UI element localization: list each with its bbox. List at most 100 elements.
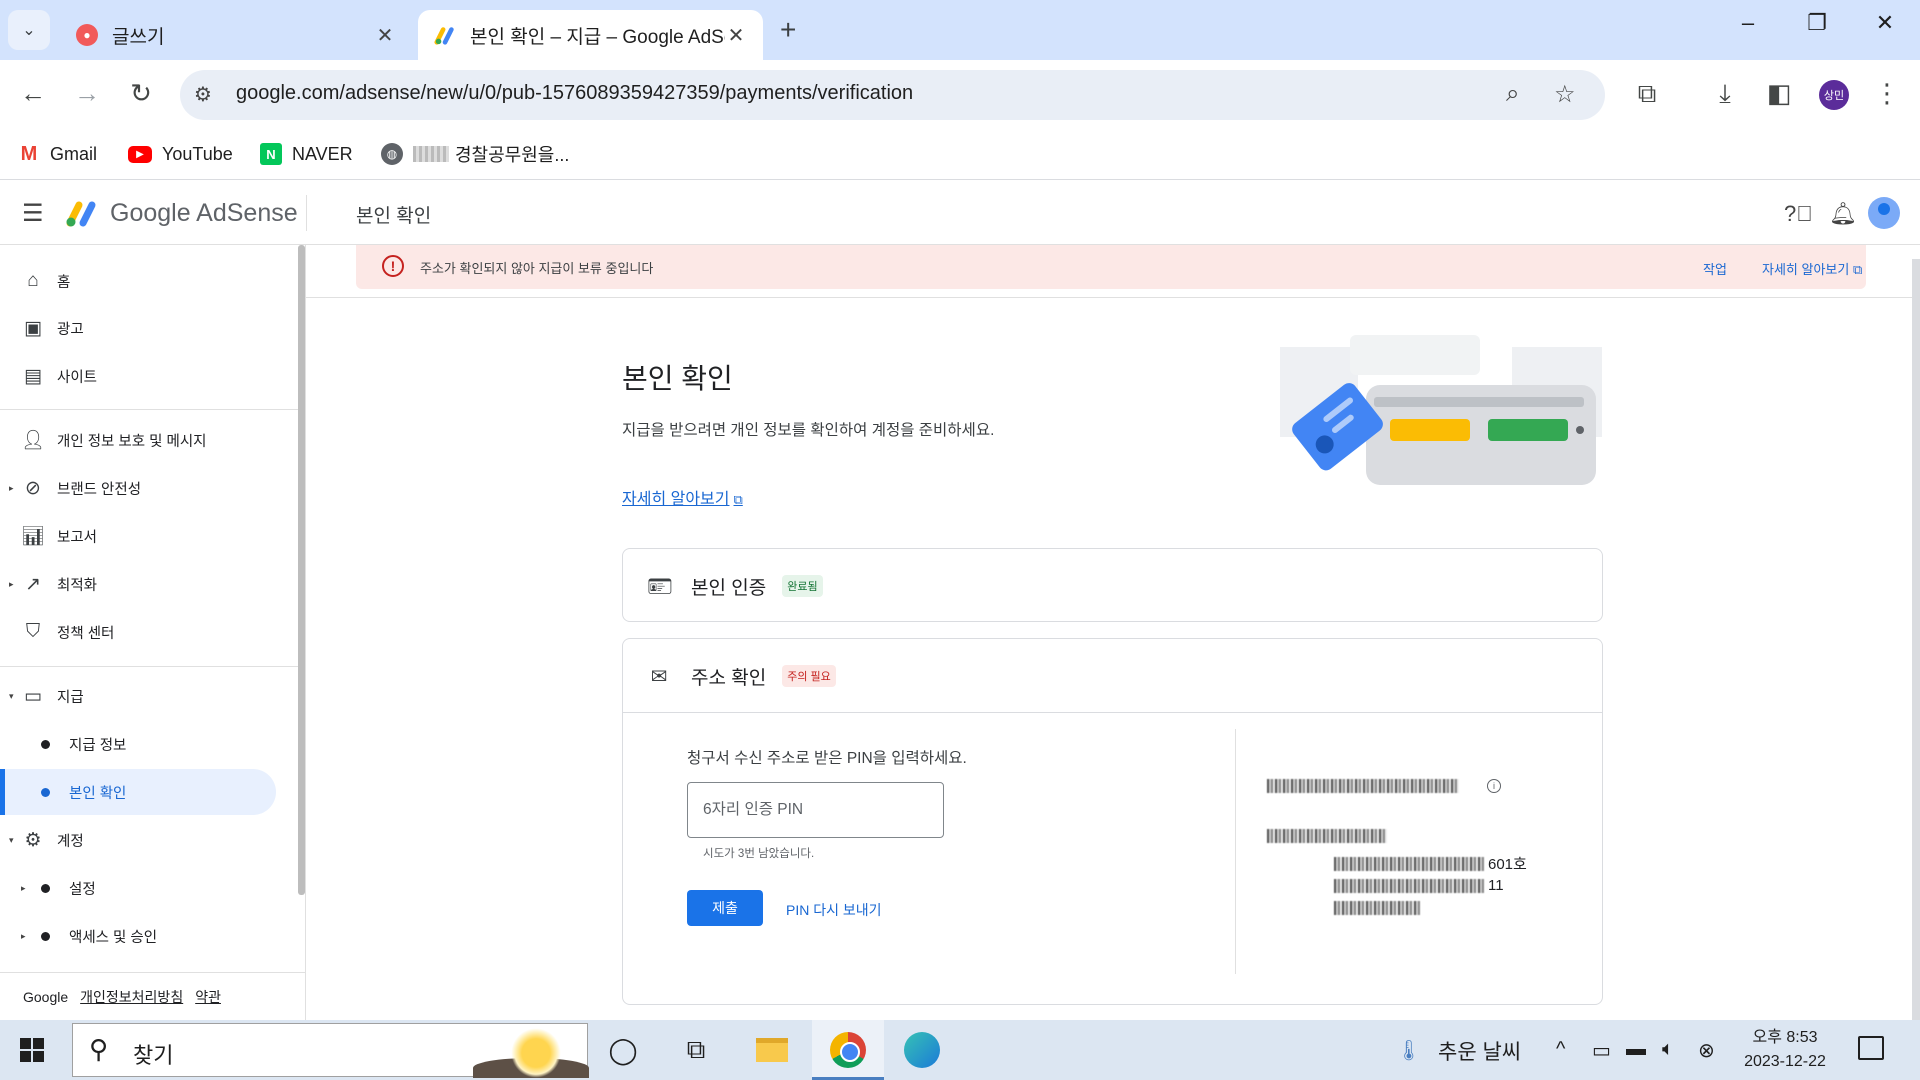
download-icon[interactable]: ⤓ — [1708, 78, 1742, 110]
sidebar-item-payments[interactable]: ▾ ▭ 지급 — [0, 673, 290, 719]
sidebar: ⌂ 홈 ▣ 광고 ▤ 사이트 👤︎ 개인 정보 보호 및 메시지 ▸ ⊘ 브랜드… — [0, 245, 306, 1020]
bookmark-youtube[interactable]: ▶ YouTube — [128, 138, 233, 170]
hamburger-menu-icon[interactable]: ☰ — [22, 199, 44, 228]
bookmark-police-exam[interactable]: ◍ 경찰공무원을... — [381, 138, 569, 170]
close-icon[interactable]: ✕ — [725, 23, 747, 48]
cortana-circle-icon[interactable]: ◯ — [603, 1032, 643, 1068]
reload-icon[interactable]: ↻ — [124, 78, 158, 109]
bookmarks-bar: M Gmail ▶ YouTube N NAVER ◍ 경찰공무원을... — [0, 130, 1920, 180]
sidebar-item-payment-info[interactable]: 지급 정보 — [0, 721, 290, 767]
address-bar[interactable]: ⚙ google.com/adsense/new/u/0/pub-1576089… — [180, 70, 1605, 120]
window-close-icon[interactable]: ✕ — [1870, 10, 1900, 36]
close-icon[interactable]: ✕ — [374, 23, 396, 48]
network-disconnected-icon[interactable]: ⊗ — [1698, 1038, 1715, 1063]
taskbar-search-text: 찾기 — [133, 1043, 174, 1068]
status-badge-complete: 완료됨 — [782, 575, 823, 597]
windows-start-icon[interactable] — [20, 1038, 44, 1062]
tab-search-button[interactable]: ⌄ — [8, 10, 50, 50]
bookmark-label: 경찰공무원을... — [455, 145, 570, 165]
main-scrollbar[interactable] — [1912, 259, 1920, 1020]
battery-icon[interactable]: ▬ — [1626, 1038, 1646, 1061]
account-avatar[interactable] — [1868, 197, 1900, 229]
caret-right-icon[interactable]: ▸ — [21, 883, 26, 894]
sidebar-item-access-authorization[interactable]: ▸ 액세스 및 승인 — [0, 913, 290, 959]
resend-pin-link[interactable]: PIN 다시 보내기 — [786, 900, 882, 920]
chrome-icon[interactable] — [828, 1032, 868, 1068]
tab-adsense[interactable]: 본인 확인 – 지급 – Google AdSense ✕ — [418, 10, 763, 60]
sidebar-item-optimization[interactable]: ▸ ↗ 최적화 — [0, 561, 290, 607]
gmail-icon: M — [20, 142, 38, 165]
card-divider — [623, 712, 1602, 713]
meet-camera-icon[interactable]: ▭ — [1592, 1038, 1611, 1063]
redacted-text — [1267, 779, 1459, 793]
sidebar-item-ads[interactable]: ▣ 광고 — [0, 305, 290, 351]
bookmark-star-icon[interactable]: ☆ — [1554, 80, 1576, 109]
profile-avatar[interactable]: 상민 — [1819, 80, 1849, 110]
extensions-puzzle-icon[interactable]: ⧉ — [1630, 78, 1664, 110]
caret-down-icon[interactable]: ▾ — [9, 835, 14, 846]
side-panel-icon[interactable]: ◧ — [1762, 78, 1796, 109]
caret-down-icon[interactable]: ▾ — [9, 691, 14, 702]
tab-writing[interactable]: ● 글쓰기 ✕ — [60, 10, 412, 60]
thermometer-icon[interactable]: 🌡︎ — [1396, 1038, 1421, 1063]
menu-kebab-icon[interactable]: ⋮ — [1870, 78, 1904, 109]
alert-learn-more-link[interactable]: 자세히 알아보기 ⧉ — [1762, 259, 1862, 278]
taskbar-clock[interactable]: 오후 8:53 2023-12-22 — [1730, 1026, 1840, 1074]
tray-chevron-up-icon[interactable]: ^ — [1556, 1038, 1565, 1061]
sidebar-item-privacy-messaging[interactable]: 👤︎ 개인 정보 보호 및 메시지 — [0, 417, 290, 463]
alert-message: 주소가 확인되지 않아 지급이 보류 중입니다 — [420, 261, 654, 276]
terms-link[interactable]: 약관 — [195, 987, 221, 1007]
sidebar-item-settings[interactable]: ▸ 설정 — [0, 865, 290, 911]
file-explorer-icon[interactable] — [752, 1032, 792, 1068]
sidebar-item-account[interactable]: ▾ ⚙ 계정 — [0, 817, 290, 863]
taskbar-search[interactable]: ⚲ 찾기 — [72, 1023, 589, 1078]
dot-icon — [41, 883, 50, 893]
caret-right-icon[interactable]: ▸ — [9, 579, 14, 590]
mail-envelope-icon: ✉ — [650, 665, 668, 688]
sidebar-item-sites[interactable]: ▤ 사이트 — [0, 353, 290, 399]
sidebar-scrollbar[interactable] — [298, 245, 305, 895]
bookmark-naver[interactable]: N NAVER — [260, 138, 353, 170]
adsense-brand[interactable]: Google AdSense — [110, 199, 298, 228]
task-view-icon[interactable]: ⧉ — [676, 1032, 716, 1068]
caret-right-icon[interactable]: ▸ — [9, 483, 14, 494]
pin-input[interactable] — [687, 782, 944, 838]
submit-button[interactable]: 제출 — [687, 890, 763, 926]
sidebar-item-brand-safety[interactable]: ▸ ⊘ 브랜드 안전성 — [0, 465, 290, 511]
restore-icon[interactable]: ❐ — [1802, 10, 1832, 36]
privacy-policy-link[interactable]: 개인정보처리방침 — [80, 987, 183, 1007]
adsense-header: ☰ Google AdSense 본인 확인 ?⃝ 🔔︎ — [0, 181, 1920, 245]
learn-more-link[interactable]: 자세히 알아보기 ⧉ — [622, 485, 743, 509]
back-arrow-icon[interactable]: ← — [16, 78, 50, 109]
sidebar-item-label: 본인 확인 — [69, 785, 127, 802]
bell-icon[interactable]: 🔔︎ — [1829, 201, 1857, 227]
weather-text[interactable]: 추운 날씨 — [1438, 1036, 1521, 1066]
new-tab-plus-icon[interactable]: + — [780, 14, 796, 46]
bookmark-gmail[interactable]: M Gmail — [18, 138, 97, 170]
sidebar-item-home[interactable]: ⌂ 홈 — [0, 258, 290, 304]
sidebar-item-reports[interactable]: 📊︎ 보고서 — [0, 513, 290, 559]
sidebar-item-label: 사이트 — [57, 369, 98, 386]
alert-action-link[interactable]: 작업 — [1703, 259, 1727, 278]
footer-google: Google — [23, 988, 69, 1005]
forward-arrow-icon[interactable]: → — [70, 78, 104, 109]
zoom-magnifier-icon[interactable]: ⌕ — [1506, 80, 1519, 108]
header-divider — [306, 195, 307, 231]
sidebar-item-label: 지급 — [57, 689, 84, 706]
volume-icon[interactable]: 🔈︎ — [1662, 1038, 1674, 1061]
site-settings-icon[interactable]: ⚙ — [194, 82, 212, 107]
address-card-title: 주소 확인 — [691, 667, 767, 689]
edge-icon[interactable] — [902, 1032, 942, 1068]
notification-center-icon[interactable] — [1858, 1036, 1884, 1060]
clock-time: 오후 8:53 — [1752, 1029, 1818, 1046]
dot-icon — [41, 787, 50, 797]
sidebar-divider — [0, 666, 300, 667]
caret-right-icon[interactable]: ▸ — [21, 931, 26, 942]
sidebar-item-policy-center[interactable]: ⛉ 정책 센터 — [0, 609, 290, 655]
minimize-icon[interactable]: – — [1733, 10, 1763, 36]
help-icon[interactable]: ?⃝ — [1784, 201, 1813, 227]
identity-verification-card[interactable]: 🪪︎ 본인 인증 완료됨 — [622, 548, 1603, 622]
url-text[interactable]: google.com/adsense/new/u/0/pub-157608935… — [236, 82, 913, 105]
info-icon[interactable]: i — [1487, 779, 1501, 793]
sidebar-item-verification[interactable]: 본인 확인 — [0, 769, 276, 815]
